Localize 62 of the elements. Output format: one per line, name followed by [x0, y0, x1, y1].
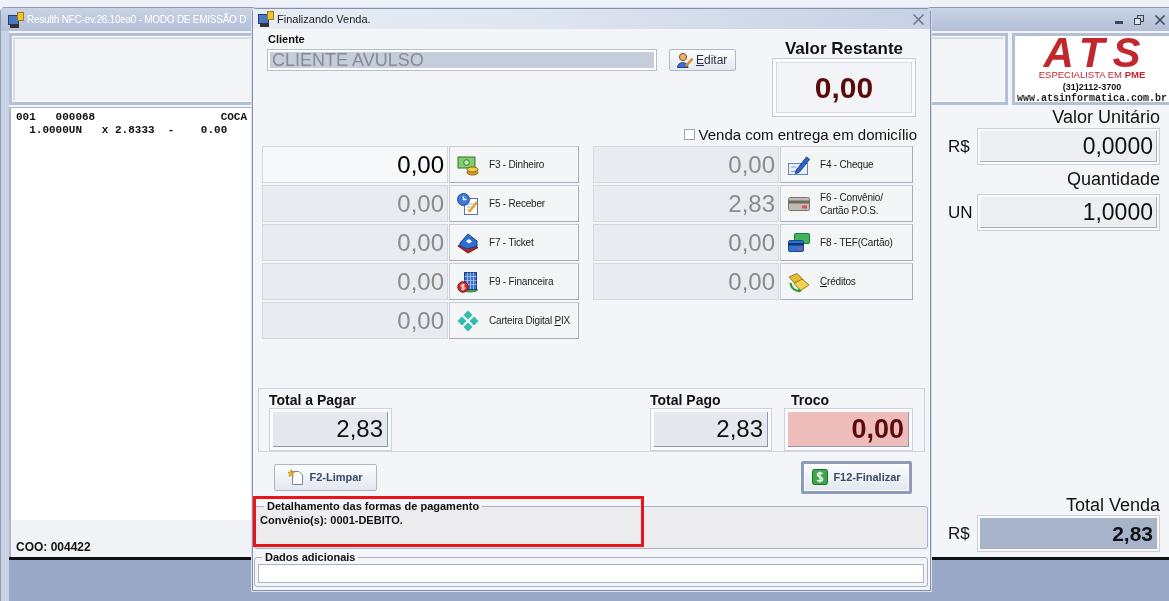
new-document-icon [288, 469, 305, 485]
receipt-line: 001 000068 COCA [16, 111, 248, 124]
payment-method-button[interactable]: F5 - Receber [449, 185, 579, 222]
total-field: 2,83 [650, 408, 772, 451]
input-field[interactable] [258, 564, 924, 583]
window-title: Resulth NFC-ev.26.10ea0 - MODO DE EMISSÃO D [27, 14, 247, 25]
restore-icon[interactable] [1134, 14, 1144, 25]
receipt-line: 1.0000UN x 2.8333 - 0.00 [28, 124, 228, 137]
diamond-icon [457, 309, 479, 332]
app-icon [8, 11, 24, 28]
client-label: Cliente [268, 32, 305, 46]
total-field: 2,83 [977, 515, 1160, 552]
unit-label: R$ [947, 136, 971, 157]
group-title: Detalhamento das formas de pagamento [266, 500, 481, 513]
payment-method-button[interactable]: F4 - Cheque [780, 146, 913, 183]
value-field[interactable]: 0,0000 [977, 128, 1160, 165]
amount-field[interactable]: 0,00 [262, 146, 448, 183]
close-icon[interactable] [1155, 14, 1165, 25]
payment-method-button[interactable]: F6 - Convênio/ Cartão P.O.S. [780, 185, 913, 222]
remaining-label: Valor Restante [784, 40, 904, 58]
field-label: Valor Unitário [1052, 107, 1160, 127]
building-coin-icon [457, 270, 479, 293]
payment-method-button[interactable]: Créditos [780, 263, 913, 300]
action-button[interactable]: F2-Limpar [274, 463, 377, 491]
total-label: Total a Pagar [269, 392, 356, 408]
edit-button[interactable]: Editar [669, 49, 736, 71]
phone-number: (31)2112-3700 [1062, 81, 1122, 93]
logo-wordmark: ATS [1043, 37, 1149, 69]
payment-method-button[interactable]: Carteira Digital PIX [449, 302, 579, 339]
dollar-icon [812, 469, 829, 485]
clock-notepad-icon [457, 192, 479, 215]
payment-method-button[interactable]: F8 - TEF(Cartão) [780, 224, 913, 261]
payment-method-button[interactable]: F7 - Ticket [449, 224, 579, 261]
user-edit-icon [677, 52, 693, 68]
website-text: www.atsinformatica.com.br [1017, 93, 1167, 104]
field-label: Quantidade [1066, 168, 1160, 191]
close-icon[interactable] [913, 13, 924, 25]
tiles-arrow-icon [788, 270, 810, 293]
payment-details-text: Convênio(s): 0001-DEBITO. [260, 513, 403, 527]
total-label: Total Pago [650, 392, 721, 408]
payment-method-button[interactable]: F9 - Financeira [449, 263, 579, 300]
checkbox[interactable] [683, 128, 695, 140]
field-label: Total Venda [1065, 495, 1160, 515]
cheque-pen-icon [788, 153, 810, 176]
value-field[interactable]: 1,0000 [977, 194, 1160, 231]
logo-tagline: ESPECIALISTA EM PME [1038, 69, 1146, 81]
cards-icon [788, 231, 810, 254]
app-icon [258, 11, 274, 27]
total-label: Troco [791, 392, 830, 408]
unit-label: UN [947, 202, 974, 223]
total-field: 2,83 [269, 408, 392, 451]
remaining-value: 0,00 [772, 58, 916, 117]
change-field: 0,00 [784, 408, 913, 451]
action-button[interactable]: F12-Finalizar [801, 460, 912, 494]
cash-coins-icon [457, 153, 479, 176]
layers-icon [457, 231, 479, 254]
checkbox-label: Venda com entrega em domicílio [698, 125, 917, 143]
coo-text: COO: 004422 [16, 540, 91, 554]
unit-label: R$ [947, 523, 971, 544]
dialog-title: Finalizando Venda. [277, 13, 371, 25]
group-title: Dados adicionais [264, 551, 357, 564]
payment-method-button[interactable]: F3 - Dinheiro [449, 146, 579, 183]
